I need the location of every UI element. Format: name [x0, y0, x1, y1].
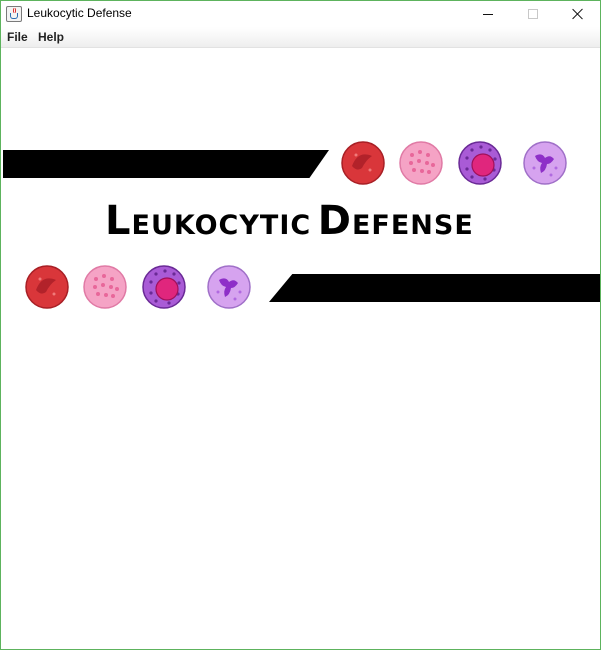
- title-bar[interactable]: Leukocytic Defense: [1, 1, 600, 27]
- minimize-button[interactable]: [465, 1, 510, 27]
- basophil-cell-icon: [457, 140, 503, 186]
- close-icon: [572, 8, 584, 20]
- maximize-button[interactable]: [510, 1, 555, 27]
- java-cup-icon[interactable]: [6, 6, 22, 22]
- app-window: Leukocytic Defense File Help LEUKOCYTIC …: [0, 0, 601, 650]
- menu-help[interactable]: Help: [38, 30, 64, 44]
- menu-bar: File Help: [1, 27, 600, 48]
- banner-top-stripe: [3, 150, 329, 178]
- monocyte-cell-icon: [206, 264, 252, 310]
- eosinophil-cell-icon: [82, 264, 128, 310]
- neutrophil-cell-icon: [340, 140, 386, 186]
- maximize-icon: [527, 9, 538, 19]
- window-title: Leukocytic Defense: [27, 6, 132, 20]
- close-button[interactable]: [555, 1, 600, 27]
- title-second-rest: EFENSE: [351, 210, 474, 241]
- banner-title: LEUKOCYTIC DEFENSE: [105, 201, 505, 247]
- title-second-initial: D: [317, 198, 352, 244]
- menu-file[interactable]: File: [7, 30, 28, 44]
- banner-canvas: LEUKOCYTIC DEFENSE: [1, 49, 600, 649]
- minimize-icon: [482, 13, 493, 15]
- eosinophil-cell-icon: [398, 140, 444, 186]
- banner-bottom-stripe: [269, 274, 600, 302]
- basophil-cell-icon: [141, 264, 187, 310]
- title-first-rest: EUKOCYTIC: [131, 210, 312, 241]
- monocyte-cell-icon: [522, 140, 568, 186]
- title-first-initial: L: [105, 198, 132, 244]
- neutrophil-cell-icon: [24, 264, 70, 310]
